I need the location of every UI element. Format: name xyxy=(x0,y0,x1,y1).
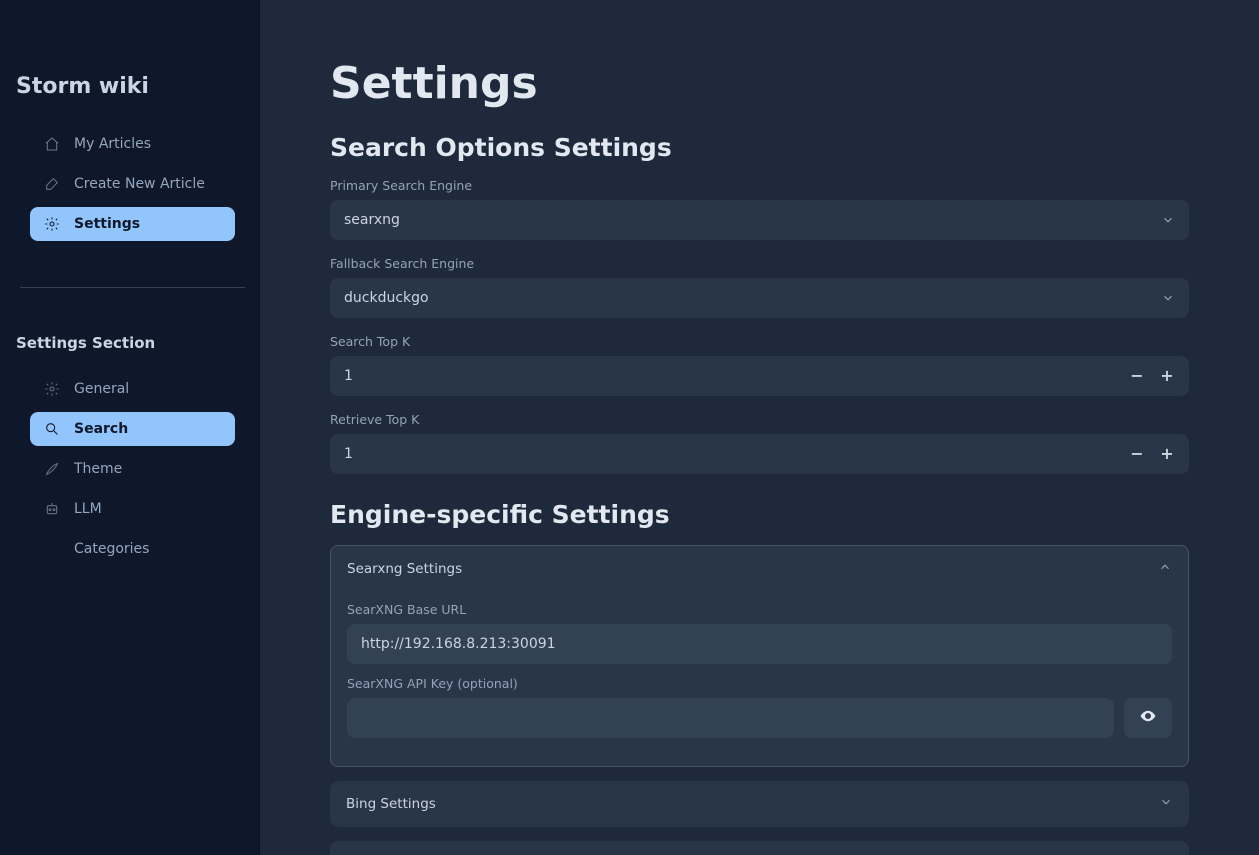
nav-create-article[interactable]: Create New Article xyxy=(30,167,235,201)
brush-icon xyxy=(44,461,60,477)
searxng-base-url-input[interactable] xyxy=(361,636,1158,652)
fallback-engine-field: Fallback Search Engine duckduckgo xyxy=(330,256,1189,318)
chevron-down-icon xyxy=(1161,213,1175,227)
section-label: LLM xyxy=(74,501,102,517)
searxng-accordion-body: SearXNG Base URL SearXNG API Key (option… xyxy=(331,592,1188,766)
primary-nav: My Articles Create New Article Settings xyxy=(16,127,249,241)
blank-icon xyxy=(44,541,60,557)
search-top-k-label: Search Top K xyxy=(330,334,1189,349)
main-content: Settings Search Options Settings Primary… xyxy=(260,0,1259,855)
chevron-down-icon xyxy=(1159,795,1173,813)
home-icon xyxy=(44,136,60,152)
robot-icon xyxy=(44,501,60,517)
section-general[interactable]: General xyxy=(30,372,235,406)
section-label: Search xyxy=(74,421,128,437)
decrement-button[interactable]: − xyxy=(1129,446,1145,462)
searxng-accordion-header[interactable]: Searxng Settings xyxy=(331,546,1188,592)
nav-label: Create New Article xyxy=(74,176,205,192)
sidebar-divider xyxy=(20,287,245,288)
search-options-heading: Search Options Settings xyxy=(330,133,1189,162)
searxng-accordion: Searxng Settings SearXNG Base URL SearXN… xyxy=(330,545,1189,767)
retrieve-top-k-label: Retrieve Top K xyxy=(330,412,1189,427)
increment-button[interactable]: + xyxy=(1159,368,1175,384)
search-icon xyxy=(44,421,60,437)
search-top-k-value: 1 xyxy=(344,368,353,384)
searxng-api-key-field: SearXNG API Key (optional) xyxy=(347,676,1172,738)
section-label: General xyxy=(74,381,129,397)
retrieve-top-k-stepper[interactable]: 1 − + xyxy=(330,434,1189,474)
searxng-api-key-input-wrap xyxy=(347,698,1114,738)
gear-icon xyxy=(44,381,60,397)
section-theme[interactable]: Theme xyxy=(30,452,235,486)
gear-icon xyxy=(44,216,60,232)
settings-section-nav: General Search Theme LLM Categories xyxy=(16,372,249,566)
section-llm[interactable]: LLM xyxy=(30,492,235,526)
yourdm-accordion: Yourdm Settings xyxy=(330,841,1189,855)
sidebar: Storm wiki My Articles Create New Articl… xyxy=(0,0,260,855)
section-label: Theme xyxy=(74,461,122,477)
bing-accordion-header[interactable]: Bing Settings xyxy=(330,781,1189,827)
searxng-api-key-label: SearXNG API Key (optional) xyxy=(347,676,1172,691)
fallback-engine-select[interactable]: duckduckgo xyxy=(330,278,1189,318)
nav-label: My Articles xyxy=(74,136,151,152)
engine-specific-heading: Engine-specific Settings xyxy=(330,500,1189,529)
search-top-k-field: Search Top K 1 − + xyxy=(330,334,1189,396)
eye-icon xyxy=(1139,707,1157,729)
fallback-engine-value: duckduckgo xyxy=(344,290,429,306)
searxng-api-key-input[interactable] xyxy=(361,710,1100,726)
searxng-accordion-title: Searxng Settings xyxy=(347,561,462,577)
section-label: Categories xyxy=(74,541,149,557)
toggle-password-visibility-button[interactable] xyxy=(1124,698,1172,738)
nav-settings[interactable]: Settings xyxy=(30,207,235,241)
decrement-button[interactable]: − xyxy=(1129,368,1145,384)
settings-section-title: Settings Section xyxy=(16,334,249,352)
searxng-base-url-field: SearXNG Base URL xyxy=(347,602,1172,664)
primary-engine-select[interactable]: searxng xyxy=(330,200,1189,240)
primary-engine-value: searxng xyxy=(344,212,400,228)
bing-accordion-title: Bing Settings xyxy=(346,796,436,812)
search-top-k-stepper[interactable]: 1 − + xyxy=(330,356,1189,396)
app-title: Storm wiki xyxy=(16,74,249,99)
section-categories[interactable]: Categories xyxy=(30,532,235,566)
edit-icon xyxy=(44,176,60,192)
primary-engine-field: Primary Search Engine searxng xyxy=(330,178,1189,240)
retrieve-top-k-field: Retrieve Top K 1 − + xyxy=(330,412,1189,474)
bing-accordion: Bing Settings xyxy=(330,781,1189,827)
nav-my-articles[interactable]: My Articles xyxy=(30,127,235,161)
increment-button[interactable]: + xyxy=(1159,446,1175,462)
searxng-base-url-input-wrap xyxy=(347,624,1172,664)
searxng-base-url-label: SearXNG Base URL xyxy=(347,602,1172,617)
page-title: Settings xyxy=(330,58,1189,109)
retrieve-top-k-value: 1 xyxy=(344,446,353,462)
chevron-down-icon xyxy=(1161,291,1175,305)
yourdm-accordion-header[interactable]: Yourdm Settings xyxy=(330,841,1189,855)
fallback-engine-label: Fallback Search Engine xyxy=(330,256,1189,271)
nav-label: Settings xyxy=(74,216,140,232)
chevron-up-icon xyxy=(1158,560,1172,578)
primary-engine-label: Primary Search Engine xyxy=(330,178,1189,193)
section-search[interactable]: Search xyxy=(30,412,235,446)
